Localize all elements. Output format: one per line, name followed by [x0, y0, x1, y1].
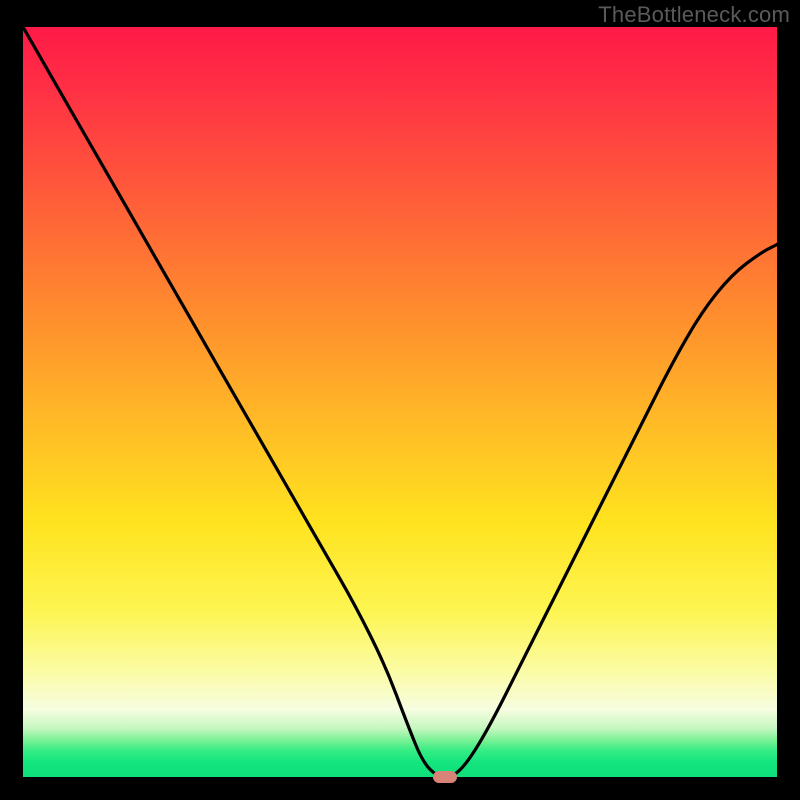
- chart-frame: TheBottleneck.com: [0, 0, 800, 800]
- curve-path: [23, 27, 777, 777]
- bottleneck-curve: [23, 27, 777, 777]
- minimum-marker: [433, 771, 457, 783]
- watermark-text: TheBottleneck.com: [598, 2, 790, 28]
